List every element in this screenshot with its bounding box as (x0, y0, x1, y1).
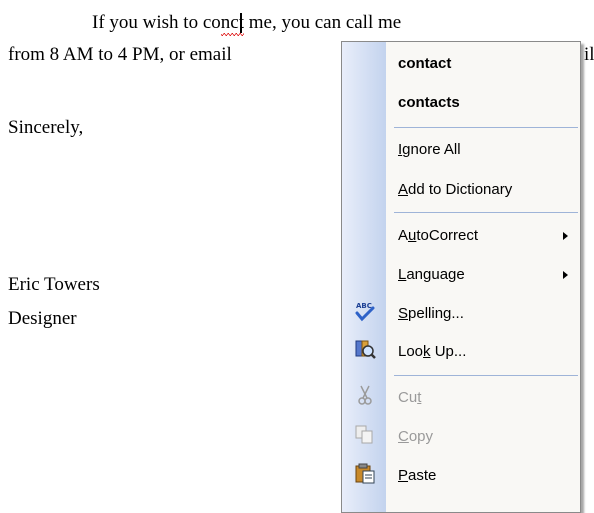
scissors-icon (354, 384, 376, 406)
mnemonic-letter: u (408, 227, 417, 244)
text-before-error: If you wish to co (92, 12, 221, 33)
suggestion-contacts[interactable]: contacts (386, 85, 580, 121)
menu-item-copy: Copy (398, 428, 434, 445)
spelling-error-squiggle (220, 33, 244, 36)
mnemonic-letter: k (423, 343, 431, 360)
mnemonic-letter: P (398, 467, 409, 484)
menu-separator (394, 127, 578, 128)
signature-name: Eric Towers (8, 274, 100, 295)
mnemonic-letter: I (398, 141, 403, 158)
suggestion-contact[interactable]: contact (386, 46, 580, 82)
paragraph-line-2: from 8 AM to 4 PM, or email (8, 44, 232, 65)
paste-clipboard-icon (354, 462, 376, 484)
menu-item-paste[interactable]: Paste (386, 458, 580, 494)
menu-item-add-to-dictionary[interactable]: Add to Dictionary (386, 172, 580, 208)
text-after-error: me, you can call me (243, 12, 402, 33)
svg-text:ABC: ABC (356, 302, 372, 310)
spelling-abc-check-icon: ABC (354, 300, 376, 322)
paragraph-line-2-tail: il (584, 44, 594, 65)
submenu-arrow-icon (563, 232, 568, 240)
mnemonic-letter: S (398, 305, 409, 322)
misspelled-word[interactable]: nct (220, 12, 244, 36)
menu-item-language[interactable]: Language (386, 257, 580, 293)
menu-item-autocorrect[interactable]: AutoCorrect (386, 218, 580, 254)
menu-item-ignore-all[interactable]: Ignore All (386, 132, 580, 168)
menu-separator (394, 375, 578, 376)
closing-text: Sincerely, (8, 117, 84, 138)
mnemonic-letter: L (398, 266, 407, 283)
mnemonic-letter: A (398, 181, 409, 198)
copy-icon (354, 423, 376, 445)
text-cursor (239, 13, 242, 33)
spelling-context-menu: contact contacts Ignore All Add to Dicti… (341, 41, 581, 513)
menu-separator (394, 212, 578, 213)
research-book-magnifier-icon (354, 338, 376, 360)
mnemonic-letter: t (417, 389, 422, 406)
menu-item-look-up[interactable]: Look Up... (386, 334, 580, 370)
signature-title: Designer (8, 308, 77, 329)
menu-item-spelling[interactable]: Spelling... (386, 296, 580, 332)
submenu-arrow-icon (563, 271, 568, 279)
paragraph-line-1: If you wish to conct me, you can call me (92, 12, 402, 36)
menu-item-cut: Cut (398, 389, 422, 406)
mnemonic-letter: C (398, 428, 409, 445)
